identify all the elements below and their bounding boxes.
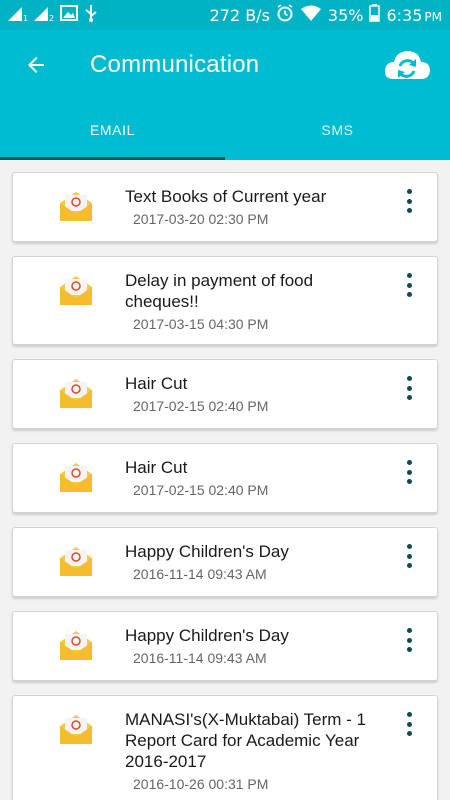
arrow-back-icon <box>28 57 44 73</box>
status-bar: 1 2 272 B/s 35% 6:35 PM <box>0 0 450 30</box>
more-options-icon[interactable] <box>403 189 415 213</box>
more-options-icon[interactable] <box>403 460 415 484</box>
email-subject: MANASI's(X-Muktabai) Term - 1 Report Car… <box>125 710 366 771</box>
email-date: 2016-11-14 09:43 AM <box>133 566 267 582</box>
email-item[interactable]: MANASI's(X-Muktabai) Term - 1 Report Car… <box>12 695 438 800</box>
clock-hours: 6:35 <box>386 5 423 25</box>
email-item[interactable]: Happy Children's Day 2016-11-14 09:43 AM <box>12 611 438 681</box>
email-item[interactable]: Delay in payment of food cheques!! 2017-… <box>12 256 438 345</box>
cloud-sync-button[interactable] <box>382 45 432 85</box>
email-envelope-icon <box>60 463 92 492</box>
email-subject: Happy Children's Day <box>125 542 289 561</box>
clock-ampm: PM <box>424 9 442 24</box>
tab-bar: EMAIL SMS <box>0 100 450 160</box>
email-item[interactable]: Happy Children's Day 2016-11-14 09:43 AM <box>12 527 438 597</box>
app-bar: Communication <box>0 30 450 100</box>
image-icon <box>60 4 78 26</box>
email-item[interactable]: Hair Cut 2017-02-15 02:40 PM <box>12 443 438 513</box>
email-subject: Hair Cut <box>125 374 188 393</box>
email-envelope-icon <box>60 547 92 576</box>
status-right-icons: 272 B/s 35% 6:35 PM <box>209 3 442 27</box>
tab-email[interactable]: EMAIL <box>0 100 225 160</box>
battery-percent: 35% <box>327 5 364 25</box>
more-options-icon[interactable] <box>403 628 415 652</box>
email-date: 2017-03-15 04:30 PM <box>133 316 269 332</box>
alarm-icon <box>276 3 294 27</box>
email-date: 2017-03-20 02:30 PM <box>133 211 269 227</box>
email-date: 2016-11-14 09:43 AM <box>133 650 267 666</box>
email-list: Text Books of Current year 2017-03-20 02… <box>0 160 450 800</box>
cloud-sync-icon <box>384 51 430 79</box>
battery-icon <box>369 3 381 27</box>
email-subject: Hair Cut <box>125 458 188 477</box>
email-envelope-icon <box>60 715 92 744</box>
email-subject: Text Books of Current year <box>125 187 327 206</box>
more-options-icon[interactable] <box>403 544 415 568</box>
email-envelope-icon <box>60 276 92 305</box>
email-item[interactable]: Hair Cut 2017-02-15 02:40 PM <box>12 359 438 429</box>
usb-icon <box>84 4 98 27</box>
sim2-signal-icon: 2 <box>34 5 54 26</box>
email-envelope-icon <box>60 379 92 408</box>
more-options-icon[interactable] <box>403 273 415 297</box>
back-button[interactable] <box>22 51 50 79</box>
email-envelope-icon <box>60 192 92 221</box>
email-subject: Delay in payment of food cheques!! <box>125 271 314 311</box>
email-date: 2017-02-15 02:40 PM <box>133 482 269 498</box>
wifi-icon <box>300 5 322 26</box>
email-subject: Happy Children's Day <box>125 626 289 645</box>
svg-text:2: 2 <box>49 14 54 21</box>
email-item[interactable]: Text Books of Current year 2017-03-20 02… <box>12 172 438 242</box>
network-speed: 272 B/s <box>209 5 270 25</box>
tab-sms[interactable]: SMS <box>225 100 450 160</box>
svg-text:1: 1 <box>23 14 28 21</box>
email-envelope-icon <box>60 631 92 660</box>
page-title: Communication <box>90 51 260 78</box>
email-date: 2016-10-26 00:31 PM <box>133 776 269 792</box>
status-left-icons: 1 2 <box>8 4 98 27</box>
sim1-signal-icon: 1 <box>8 5 28 26</box>
email-date: 2017-02-15 02:40 PM <box>133 398 269 414</box>
more-options-icon[interactable] <box>403 376 415 400</box>
clock-time: 6:35 PM <box>386 6 442 25</box>
more-options-icon[interactable] <box>403 712 415 736</box>
